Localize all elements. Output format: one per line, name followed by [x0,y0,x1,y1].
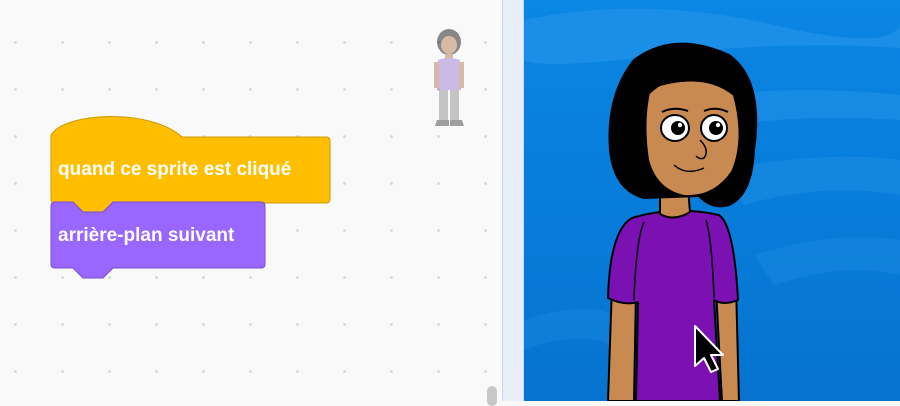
stage-canvas [524,0,900,401]
sprite-face [644,79,741,198]
looks-stack-block-label: arrière-plan suivant [58,225,235,246]
panel-divider [502,0,524,401]
workspace-scrollbar[interactable] [487,386,497,406]
script-blocks [50,116,331,279]
code-workspace[interactable]: quand ce sprite est cliqué arrière-plan … [0,0,502,406]
event-hat-block-label: quand ce sprite est cliqué [58,159,292,180]
stage[interactable] [524,0,900,401]
